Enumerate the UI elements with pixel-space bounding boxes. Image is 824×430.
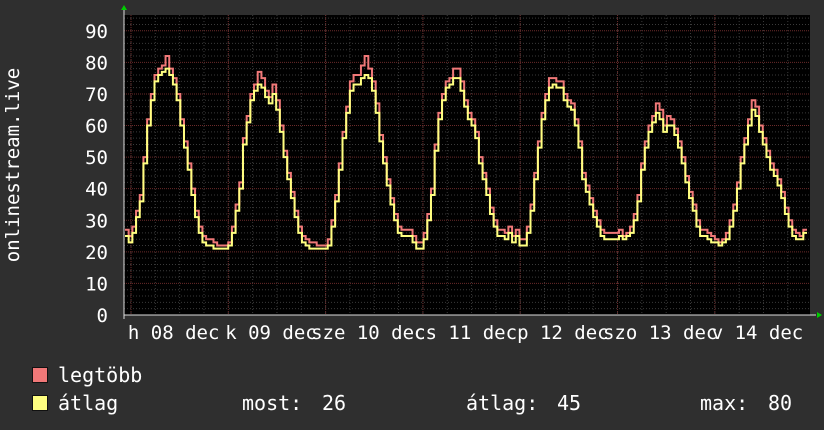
x-axis-arrow-icon <box>817 312 822 318</box>
x-tick-label: v 14 dec <box>712 322 804 344</box>
stat-avg-label: átlag: <box>466 391 539 415</box>
y-tick-label: 40 <box>85 179 108 201</box>
stat-max-label: max: <box>700 391 749 415</box>
stat-avg-value: 45 <box>557 391 582 415</box>
legend-swatch-avg <box>32 395 48 411</box>
y-tick-label: 60 <box>85 116 108 138</box>
y-tick-labels: 0 10 20 30 40 50 60 70 80 90 <box>85 21 108 327</box>
y-tick-label: 20 <box>85 242 108 264</box>
y-tick-label: 90 <box>85 21 108 43</box>
legend-swatch-max <box>32 367 48 383</box>
stat-now-label: most: <box>242 391 303 415</box>
x-tick-label: p 12 dec <box>517 322 609 344</box>
stat-now-value: 26 <box>322 391 347 415</box>
y-axis-arrow-icon <box>121 5 127 10</box>
y-tick-label: 70 <box>85 84 108 106</box>
x-tick-label: h 08 dec <box>128 322 220 344</box>
y-tick-label: 0 <box>97 305 108 327</box>
y-axis-label: onlinestream.live <box>2 68 24 262</box>
stat-max-value: 80 <box>768 391 793 415</box>
y-tick-label: 50 <box>85 147 108 169</box>
x-tick-label: cs 11 dec <box>414 322 517 344</box>
y-tick-label: 10 <box>85 273 108 295</box>
chart: 0 10 20 30 40 50 60 70 80 90 h 08 dec k 09 decsze … <box>2 5 822 344</box>
plot-background <box>124 15 810 315</box>
x-tick-labels: h 08 dec k 09 decsze 10 deccs 11 dec p 12 … <box>128 322 803 344</box>
y-tick-label: 30 <box>85 210 108 232</box>
legend-label-avg: átlag <box>58 391 119 415</box>
x-tick-label: szo 13 dec <box>603 322 717 344</box>
legend-label-max: legtöbb <box>58 363 143 387</box>
x-tick-label: sze 10 dec <box>311 322 425 344</box>
y-tick-label: 80 <box>85 52 108 74</box>
x-tick-label: k 09 dec <box>225 322 317 344</box>
